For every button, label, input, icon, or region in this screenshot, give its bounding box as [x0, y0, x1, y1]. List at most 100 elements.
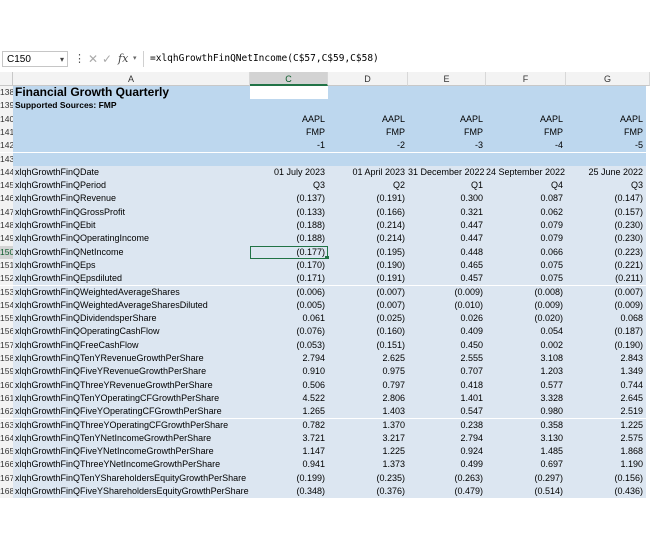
- cell-a[interactable]: Supported Sources: FMP: [13, 99, 250, 113]
- cell-f[interactable]: [486, 99, 566, 113]
- select-all-corner[interactable]: [0, 72, 13, 86]
- cell-c[interactable]: AAPL: [250, 112, 328, 126]
- cell-a[interactable]: xlqhGrowthFinQEbit: [13, 219, 250, 233]
- cell-f[interactable]: 1.203: [486, 365, 566, 379]
- cell-a[interactable]: xlqhGrowthFinQOperatingCashFlow: [13, 325, 250, 339]
- row-header[interactable]: 154: [0, 298, 13, 313]
- cell-d[interactable]: 1.403: [328, 405, 408, 419]
- cell-d[interactable]: (0.214): [328, 219, 408, 233]
- cell-g[interactable]: AAPL: [566, 112, 646, 126]
- cell-f[interactable]: 0.075: [486, 272, 566, 286]
- cell-d[interactable]: FMP: [328, 125, 408, 140]
- cell-f[interactable]: 0.075: [486, 258, 566, 273]
- cell-a[interactable]: xlqhGrowthFinQWeightedAverageSharesDilut…: [13, 298, 250, 313]
- cell-d[interactable]: 0.797: [328, 378, 408, 392]
- cell-c[interactable]: 1.147: [250, 445, 328, 459]
- cell-g[interactable]: -5: [566, 139, 646, 153]
- row-header[interactable]: 162: [0, 405, 13, 419]
- cell-a[interactable]: [13, 152, 250, 166]
- cell-d[interactable]: 01 April 2023: [328, 165, 408, 180]
- cell-a[interactable]: xlqhGrowthFinQOperatingIncome: [13, 232, 250, 246]
- cell-a[interactable]: xlqhGrowthFinQWeightedAverageShares: [13, 285, 250, 299]
- cell-c[interactable]: (0.053): [250, 338, 328, 352]
- cell-c[interactable]: 2.794: [250, 352, 328, 366]
- cell-d[interactable]: 1.370: [328, 418, 408, 432]
- cell-f[interactable]: (0.514): [486, 485, 566, 498]
- insert-function-icon[interactable]: fx: [118, 51, 128, 67]
- column-header-d[interactable]: D: [328, 72, 408, 86]
- cell-a[interactable]: xlqhGrowthFinQTenYRevenueGrowthPerShare: [13, 352, 250, 366]
- cell-a[interactable]: xlqhGrowthFinQFiveYRevenueGrowthPerShare: [13, 365, 250, 379]
- row-header[interactable]: 161: [0, 391, 13, 406]
- cell-g[interactable]: (0.230): [566, 232, 646, 246]
- cell-d[interactable]: (0.025): [328, 312, 408, 326]
- row-header[interactable]: 149: [0, 232, 13, 246]
- row-header[interactable]: 167: [0, 471, 13, 485]
- cell-e[interactable]: -3: [408, 139, 486, 153]
- cell-g[interactable]: (0.230): [566, 219, 646, 233]
- cell-a[interactable]: xlqhGrowthFinQTenYOperatingCFGrowthPerSh…: [13, 391, 250, 406]
- cell-f[interactable]: 3.108: [486, 352, 566, 366]
- cell-e[interactable]: 2.794: [408, 431, 486, 446]
- formula-expand-icon[interactable]: ▾: [133, 51, 137, 67]
- cell-g[interactable]: 2.519: [566, 405, 646, 419]
- cell-e[interactable]: 0.418: [408, 378, 486, 392]
- cell-c[interactable]: Q3: [250, 179, 328, 193]
- column-header-e[interactable]: E: [408, 72, 486, 86]
- cell-c[interactable]: [250, 86, 328, 99]
- cell-g[interactable]: (0.007): [566, 285, 646, 299]
- cell-e[interactable]: 0.465: [408, 258, 486, 273]
- cell-c[interactable]: 0.941: [250, 458, 328, 472]
- cell-f[interactable]: (0.297): [486, 471, 566, 485]
- cell-c[interactable]: (0.188): [250, 232, 328, 246]
- formula-input[interactable]: =xlqhGrowthFinQNetIncome(C$57,C$59,C$58): [143, 51, 650, 67]
- cell-g[interactable]: 25 June 2022: [566, 165, 646, 180]
- cell-c[interactable]: 1.265: [250, 405, 328, 419]
- cell-c[interactable]: (0.170): [250, 258, 328, 273]
- cell-c[interactable]: (0.199): [250, 471, 328, 485]
- row-header[interactable]: 145: [0, 179, 13, 193]
- cell-f[interactable]: 0.079: [486, 232, 566, 246]
- cell-g[interactable]: [566, 152, 646, 166]
- cell-f[interactable]: 0.087: [486, 192, 566, 206]
- cell-e[interactable]: 0.457: [408, 272, 486, 286]
- cell-g[interactable]: (0.223): [566, 245, 646, 259]
- row-header[interactable]: 142: [0, 139, 13, 153]
- cell-a[interactable]: Financial Growth Quarterly: [13, 86, 250, 100]
- cell-c[interactable]: (0.005): [250, 298, 328, 313]
- row-header[interactable]: 153: [0, 285, 13, 299]
- cell-d[interactable]: [328, 86, 408, 100]
- row-header[interactable]: 151: [0, 258, 13, 273]
- column-header-a[interactable]: A: [13, 72, 250, 86]
- cell-e[interactable]: 0.450: [408, 338, 486, 352]
- cell-a[interactable]: [13, 125, 250, 140]
- cell-f[interactable]: 0.066: [486, 245, 566, 259]
- cell-e[interactable]: 2.555: [408, 352, 486, 366]
- cell-e[interactable]: 0.707: [408, 365, 486, 379]
- cell-g[interactable]: (0.157): [566, 205, 646, 219]
- cell-f[interactable]: 0.002: [486, 338, 566, 352]
- cell-g[interactable]: FMP: [566, 125, 646, 140]
- cell-a[interactable]: xlqhGrowthFinQFiveYShareholdersEquityGro…: [13, 485, 250, 498]
- cell-c[interactable]: 0.506: [250, 378, 328, 392]
- cell-a[interactable]: xlqhGrowthFinQThreeYRevenueGrowthPerShar…: [13, 378, 250, 392]
- cell-a[interactable]: xlqhGrowthFinQThreeYOperatingCFGrowthPer…: [13, 418, 250, 432]
- cell-c[interactable]: [250, 99, 328, 113]
- row-header[interactable]: 164: [0, 431, 13, 446]
- row-header[interactable]: 147: [0, 205, 13, 219]
- cell-e[interactable]: 0.447: [408, 232, 486, 246]
- row-header[interactable]: 158: [0, 352, 13, 366]
- cell-g[interactable]: 1.349: [566, 365, 646, 379]
- cell-c[interactable]: 0.910: [250, 365, 328, 379]
- cell-e[interactable]: (0.263): [408, 471, 486, 485]
- cell-g[interactable]: 0.068: [566, 312, 646, 326]
- cell-c[interactable]: (0.188): [250, 219, 328, 233]
- cell-d[interactable]: (0.007): [328, 298, 408, 313]
- cell-c[interactable]: (0.171): [250, 272, 328, 286]
- cell-a[interactable]: xlqhGrowthFinQEpsdiluted: [13, 272, 250, 286]
- cell-g[interactable]: (0.187): [566, 325, 646, 339]
- row-header[interactable]: 156: [0, 325, 13, 339]
- cell-d[interactable]: (0.191): [328, 192, 408, 206]
- cell-a[interactable]: xlqhGrowthFinQPeriod: [13, 179, 250, 193]
- cell-g[interactable]: (0.211): [566, 272, 646, 286]
